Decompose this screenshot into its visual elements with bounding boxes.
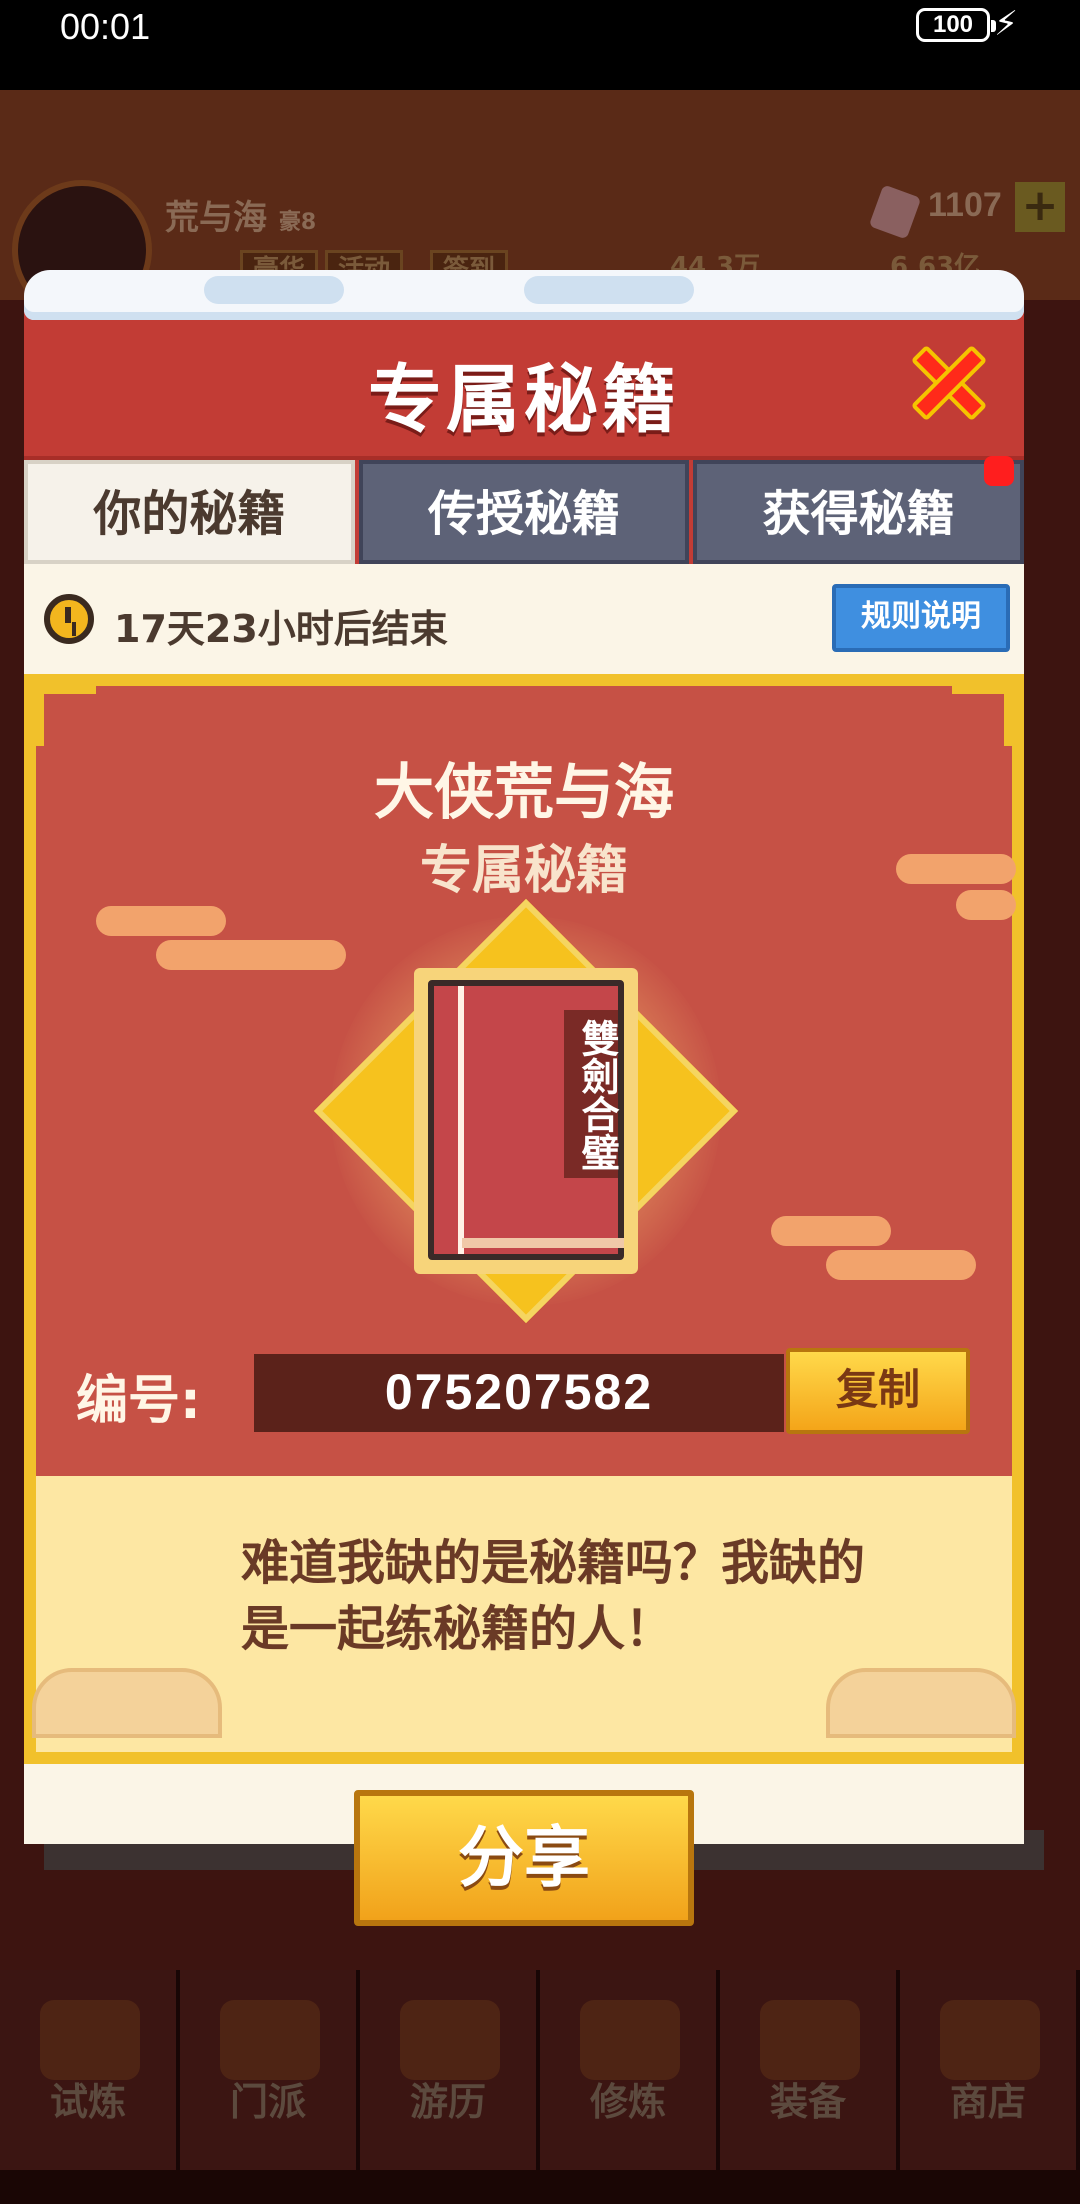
nav-cultivate: 修炼 <box>540 1970 720 2170</box>
player-name: 荒与海 豪8 <box>165 190 316 239</box>
battery-icon: 100 <box>916 8 996 42</box>
cloud-decoration <box>156 940 346 970</box>
trial-icon <box>40 2000 140 2080</box>
share-button[interactable]: 分享 <box>354 1790 694 1926</box>
equipment-icon <box>760 2000 860 2080</box>
copy-button[interactable]: 复制 <box>786 1348 970 1434</box>
close-button[interactable] <box>904 338 994 428</box>
book-pages <box>462 1238 624 1248</box>
cloud-swirl-decoration <box>826 1668 1016 1738</box>
sect-icon <box>220 2000 320 2080</box>
tab-your-manual[interactable]: 你的秘籍 <box>24 460 355 564</box>
nav-label: 游历 <box>409 2080 486 2124</box>
manual-card: 大侠荒与海 专属秘籍 雙劍合璧 编号: 075207582 复制 难道我缺的是秘… <box>24 674 1024 1764</box>
nav-label: 商店 <box>949 2080 1026 2124</box>
tab-teach-manual[interactable]: 传授秘籍 <box>358 460 690 564</box>
corner-ornament <box>952 686 1012 746</box>
tab-label: 你的秘籍 <box>93 486 286 542</box>
nav-label: 门派 <box>229 2080 306 2124</box>
book-title: 雙劍合璧 <box>564 1010 619 1178</box>
nav-equipment: 装备 <box>720 1970 900 2170</box>
clock-icon <box>44 594 94 644</box>
charging-icon: ⚡ <box>994 4 1018 44</box>
travel-icon <box>400 2000 500 2080</box>
dialog-tabs: 你的秘籍 传授秘籍 获得秘籍 <box>24 456 1025 564</box>
nav-shop: 商店 <box>900 1970 1080 2170</box>
exclusive-manual-dialog: 专属秘籍 你的秘籍 传授秘籍 获得秘籍 17天23小时后结束 规则说明 大侠荒与… <box>24 270 1044 1946</box>
code-value: 075207582 <box>254 1354 784 1432</box>
nav-trial: 试炼 <box>0 1970 180 2170</box>
nav-label: 装备 <box>769 2080 846 2124</box>
player-name-text: 荒与海 <box>165 198 267 238</box>
nav-travel: 游历 <box>360 1970 540 2170</box>
cloud-swirl-decoration <box>32 1668 222 1738</box>
tab-received-manual[interactable]: 获得秘籍 <box>693 456 1025 564</box>
status-time: 00:01 <box>60 6 151 47</box>
code-row: 编号: 075207582 复制 <box>36 1346 1012 1436</box>
nav-sect: 门派 <box>180 1970 360 2170</box>
dialog-content: 17天23小时后结束 规则说明 大侠荒与海 专属秘籍 雙劍合璧 编号: 0752… <box>24 564 1024 1926</box>
book-spine <box>458 986 464 1254</box>
timer-row: 17天23小时后结束 规则说明 <box>24 564 1024 674</box>
notification-badge <box>984 456 1015 486</box>
quote-text: 难道我缺的是秘籍吗？我缺的是一起练秘籍的人！ <box>241 1535 866 1657</box>
countdown-text: 17天23小时后结束 <box>114 607 448 651</box>
nav-label: 试炼 <box>49 2080 126 2124</box>
hero-name: 大侠荒与海 <box>374 758 674 828</box>
tab-label: 获得秘籍 <box>762 486 955 542</box>
add-gems-button: + <box>1015 182 1065 232</box>
cloud-decoration <box>771 1216 891 1246</box>
player-tag: 豪8 <box>278 210 317 235</box>
dialog-header: 专属秘籍 <box>24 310 1024 460</box>
code-label: 编号: <box>76 1371 201 1431</box>
cultivate-icon <box>580 2000 680 2080</box>
status-bar: 00:01 100 ⚡ <box>0 0 1080 90</box>
bottom-nav: 试炼 门派 游历 修炼 装备 商店 <box>0 1970 1080 2170</box>
gem-count: 1107 <box>928 186 1002 224</box>
snow-decoration <box>24 270 1024 320</box>
shop-icon <box>940 2000 1040 2080</box>
nav-label: 修炼 <box>589 2080 666 2124</box>
gesture-bar <box>0 2170 1080 2204</box>
cloud-decoration <box>826 1250 976 1280</box>
card-subtitle: 专属秘籍 <box>419 841 628 901</box>
rules-button[interactable]: 规则说明 <box>832 584 1010 652</box>
tab-label: 传授秘籍 <box>428 486 621 542</box>
quote-area: 难道我缺的是秘籍吗？我缺的是一起练秘籍的人！ <box>32 1476 1016 1752</box>
book-icon: 雙劍合璧 <box>428 980 624 1260</box>
corner-ornament <box>36 686 96 746</box>
dialog-title: 专属秘籍 <box>368 357 680 443</box>
cloud-decoration <box>96 906 226 936</box>
